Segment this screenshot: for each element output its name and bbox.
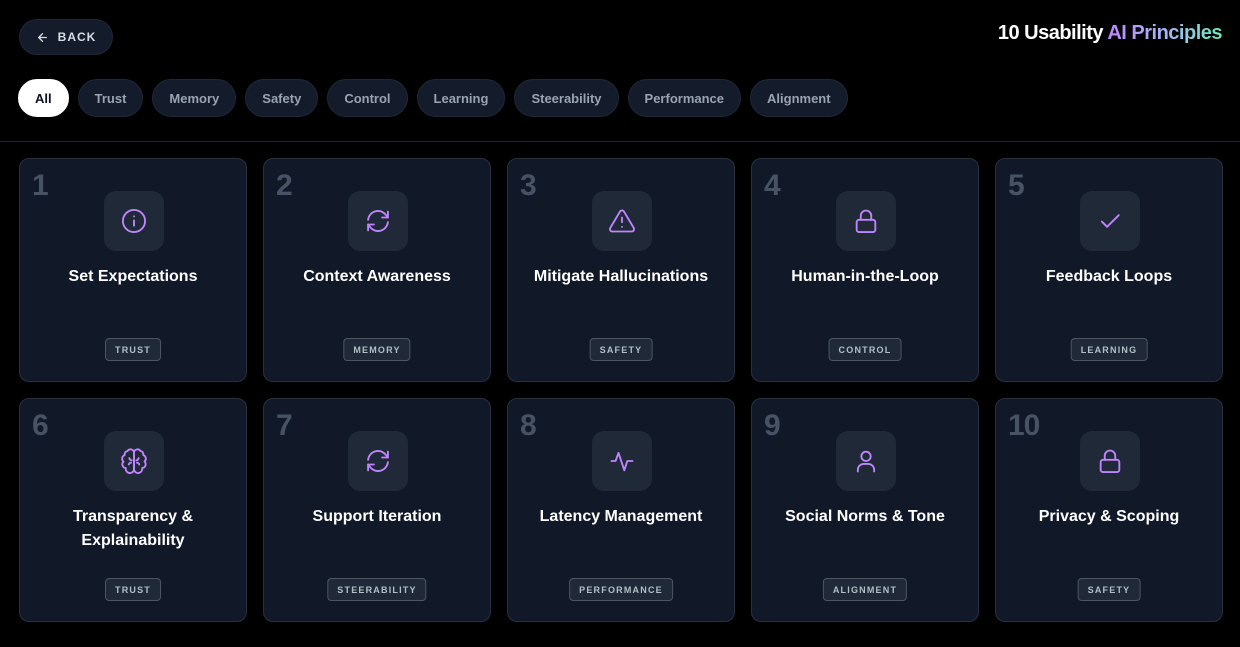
card-tag: SAFETY xyxy=(589,338,653,361)
divider xyxy=(0,141,1240,142)
principles-grid: 1 Set Expectations TRUST 2 Context Awareness… xyxy=(19,158,1223,622)
principle-card[interactable]: 10 Privacy & Scoping SAFETY xyxy=(995,398,1223,622)
back-button-label: BACK xyxy=(57,30,97,44)
card-icon-box xyxy=(104,191,164,251)
card-number: 1 xyxy=(32,169,49,202)
brain-icon xyxy=(121,448,147,474)
card-icon-box xyxy=(1080,191,1140,251)
lock-icon xyxy=(1099,449,1121,474)
card-title: Latency Management xyxy=(539,508,703,525)
card-tag: TRUST xyxy=(105,338,161,361)
refresh-icon xyxy=(367,450,389,472)
card-icon-box xyxy=(104,431,164,491)
principle-card[interactable]: 9 Social Norms & Tone ALIGNMENT xyxy=(751,398,979,622)
card-title: Privacy & Scoping xyxy=(1038,508,1180,525)
card-number: 9 xyxy=(764,409,781,442)
page-title: 10 Usability AI Principles xyxy=(997,22,1223,45)
filter-chip-alignment[interactable]: Alignment xyxy=(750,79,848,117)
card-title: Mitigate Hallucinations xyxy=(533,268,709,285)
filter-bar: All Trust Memory Safety Control Learning Steer… xyxy=(18,79,848,117)
check-icon xyxy=(1100,214,1120,228)
card-number: 5 xyxy=(1008,169,1025,202)
principle-card[interactable]: 5 Feedback Loops LEARNING xyxy=(995,158,1223,382)
card-icon-box xyxy=(592,191,652,251)
page-title-accent: AI Principles xyxy=(1107,22,1222,44)
principle-card[interactable]: 8 Latency Management PERFORMANCE xyxy=(507,398,735,622)
card-tag: ALIGNMENT xyxy=(822,578,908,601)
card-number: 10 xyxy=(1008,409,1040,442)
card-tag: STEERABILITY xyxy=(327,578,427,601)
user-icon xyxy=(856,450,876,473)
filter-chip-memory[interactable]: Memory xyxy=(152,79,237,117)
filter-chip-steerability[interactable]: Steerability xyxy=(514,79,619,117)
principle-card[interactable]: 7 Support Iteration STEERABILITY xyxy=(263,398,491,622)
card-tag: CONTROL xyxy=(828,338,902,361)
refresh-icon xyxy=(367,210,389,232)
card-icon-box xyxy=(348,431,408,491)
card-title: Set Expectations xyxy=(68,268,198,285)
principle-card[interactable]: 3 Mitigate Hallucinations SAFETY xyxy=(507,158,735,382)
card-title: Social Norms & Tone xyxy=(785,508,945,525)
card-icon-box xyxy=(836,191,896,251)
principle-card[interactable]: 6 Transparency & Explainability TRUST xyxy=(19,398,247,622)
card-title: Context Awareness xyxy=(303,268,451,285)
filter-chip-safety[interactable]: Safety xyxy=(245,79,319,117)
card-number: 6 xyxy=(32,409,49,442)
card-number: 8 xyxy=(520,409,537,442)
principle-card[interactable]: 1 Set Expectations TRUST xyxy=(19,158,247,382)
page-title-main: 10 Usability xyxy=(997,22,1104,44)
card-tag: SAFETY xyxy=(1077,578,1141,601)
arrow-left-icon xyxy=(37,32,47,42)
page: BACK 10 Usability AI Principles All Trust… xyxy=(0,0,1240,647)
card-tag: MEMORY xyxy=(343,338,411,361)
filter-chip-control[interactable]: Control xyxy=(327,79,408,117)
card-number: 7 xyxy=(276,409,293,442)
principle-card[interactable]: 2 Context Awareness MEMORY xyxy=(263,158,491,382)
card-tag: PERFORMANCE xyxy=(569,578,673,601)
info-icon xyxy=(121,208,147,234)
card-title: Feedback Loops xyxy=(1045,268,1173,285)
lock-icon xyxy=(855,209,877,234)
card-number: 3 xyxy=(520,169,537,202)
filter-chip-learning[interactable]: Learning xyxy=(416,79,506,117)
card-title: Support Iteration xyxy=(312,508,442,525)
filter-chip-trust[interactable]: Trust xyxy=(77,79,144,117)
card-number: 4 xyxy=(764,169,781,202)
warning-icon xyxy=(609,209,635,233)
card-icon-box xyxy=(348,191,408,251)
card-number: 2 xyxy=(276,169,293,202)
card-title: Transparency & Explainability xyxy=(72,508,194,549)
filter-chip-all[interactable]: All xyxy=(18,79,69,117)
card-tag: LEARNING xyxy=(1070,338,1148,361)
card-icon-box xyxy=(1080,431,1140,491)
card-icon-box xyxy=(836,431,896,491)
card-title: Human-in-the-Loop xyxy=(791,268,939,285)
card-icon-box xyxy=(592,431,652,491)
principle-card[interactable]: 4 Human-in-the-Loop CONTROL xyxy=(751,158,979,382)
activity-icon xyxy=(610,451,634,472)
filter-chip-performance[interactable]: Performance xyxy=(627,79,742,117)
back-button[interactable]: BACK xyxy=(19,19,113,55)
card-tag: TRUST xyxy=(105,578,161,601)
